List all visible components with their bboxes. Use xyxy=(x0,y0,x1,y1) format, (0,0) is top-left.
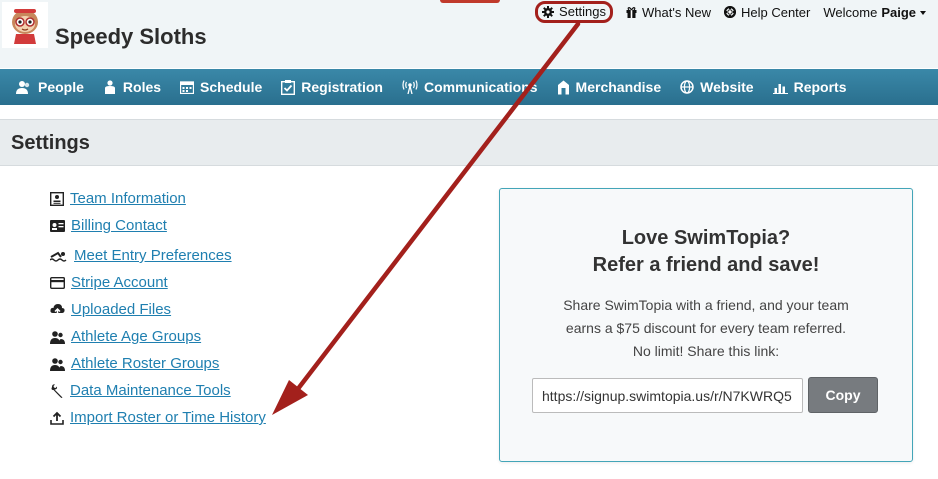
nav-reports[interactable]: Reports xyxy=(772,79,847,95)
whats-new-label: What's New xyxy=(642,4,711,20)
referral-body-line2: earns a $75 discount for every team refe… xyxy=(565,320,847,336)
whats-new-link[interactable]: What's New xyxy=(626,5,711,20)
settings-link-athlete-roster-groups[interactable]: Athlete Roster Groups xyxy=(50,355,219,372)
cloud-upload-icon xyxy=(50,304,65,316)
calendar-icon xyxy=(180,81,195,94)
wrench-icon xyxy=(51,383,63,398)
link-label[interactable]: Billing Contact xyxy=(71,217,167,234)
settings-link-data-maintenance-tools[interactable]: Data Maintenance Tools xyxy=(50,382,231,399)
settings-link-team-information[interactable]: Team Information xyxy=(50,190,186,207)
settings-link-stripe-account[interactable]: Stripe Account xyxy=(50,274,168,291)
page-title: Settings xyxy=(11,132,90,154)
nav-reports-label: Reports xyxy=(793,79,847,95)
swimmer-icon xyxy=(50,251,67,262)
settings-panel-header: Settings xyxy=(0,119,938,166)
nav-registration-label: Registration xyxy=(301,79,383,95)
nav-registration[interactable]: Registration xyxy=(281,79,383,95)
settings-link-billing-contact[interactable]: Billing Contact xyxy=(50,217,167,234)
nav-communications-label: Communications xyxy=(423,79,538,95)
nav-website-label: Website xyxy=(700,79,754,95)
welcome-text: Welcome xyxy=(823,4,878,20)
settings-link-import-roster[interactable]: Import Roster or Time History xyxy=(50,409,266,426)
referral-title-line1: Love SwimTopia? xyxy=(621,227,791,249)
user-name: Paige xyxy=(881,4,916,20)
broadcast-icon xyxy=(402,80,418,94)
bar-chart-icon xyxy=(772,83,788,94)
user-menu[interactable]: Welcome Paige xyxy=(823,5,926,20)
gear-icon xyxy=(542,5,555,18)
nav-people-label: People xyxy=(38,79,84,95)
nav-people[interactable]: People xyxy=(16,79,84,95)
link-label[interactable]: Team Information xyxy=(70,190,186,207)
caret-down-icon xyxy=(920,10,926,15)
help-center-link[interactable]: Help Center xyxy=(723,4,811,20)
link-label[interactable]: Meet Entry Preferences xyxy=(74,247,232,264)
gift-icon xyxy=(626,7,637,18)
nav-communications[interactable]: Communications xyxy=(402,79,538,95)
settings-link[interactable]: Settings xyxy=(535,0,614,23)
team-logo[interactable] xyxy=(2,2,48,48)
referral-title: Love SwimTopia? Refer a friend and save! xyxy=(500,225,912,279)
referral-body-line1: Share SwimTopia with a friend, and your … xyxy=(563,297,849,313)
help-center-label: Help Center xyxy=(740,4,811,20)
link-label[interactable]: Stripe Account xyxy=(71,274,168,291)
referral-card: Love SwimTopia? Refer a friend and save!… xyxy=(499,188,913,462)
referral-description: Share SwimTopia with a friend, and your … xyxy=(500,294,912,363)
nav-merchandise-label: Merchandise xyxy=(575,79,662,95)
nav-schedule-label: Schedule xyxy=(200,79,263,95)
link-label[interactable]: Athlete Age Groups xyxy=(71,328,201,345)
link-label[interactable]: Import Roster or Time History xyxy=(70,409,266,426)
nav-roles[interactable]: Roles xyxy=(103,79,161,95)
settings-link-athlete-age-groups[interactable]: Athlete Age Groups xyxy=(50,328,201,345)
users-icon xyxy=(50,330,65,344)
id-card-icon xyxy=(50,191,64,206)
link-label[interactable]: Uploaded Files xyxy=(71,301,171,318)
main-nav-bar: People Roles Schedule Registration Commu… xyxy=(0,69,938,105)
referral-body-line3: No limit! Share this link: xyxy=(632,343,780,359)
people-icon xyxy=(16,81,30,94)
life-ring-icon xyxy=(723,6,736,18)
app-header: Speedy Sloths Settings What's New Help C… xyxy=(0,0,938,68)
credit-card-icon xyxy=(50,276,65,289)
nav-merchandise[interactable]: Merchandise xyxy=(557,79,662,95)
store-icon xyxy=(557,80,569,94)
link-label[interactable]: Data Maintenance Tools xyxy=(70,382,231,399)
nav-schedule[interactable]: Schedule xyxy=(180,79,262,95)
settings-link-uploaded-files[interactable]: Uploaded Files xyxy=(50,301,171,318)
link-label[interactable]: Athlete Roster Groups xyxy=(71,355,219,372)
clipboard-check-icon xyxy=(281,79,296,95)
team-name: Speedy Sloths xyxy=(55,24,207,49)
contact-card-icon xyxy=(50,219,65,232)
settings-link-meet-entry-preferences[interactable]: Meet Entry Preferences xyxy=(50,247,232,264)
globe-icon xyxy=(680,80,694,94)
copy-button[interactable]: Copy xyxy=(808,377,878,413)
nav-roles-label: Roles xyxy=(122,79,162,95)
settings-label: Settings xyxy=(559,4,607,19)
header-accent-tab xyxy=(440,0,500,3)
referral-link-field[interactable] xyxy=(532,378,803,413)
users-icon xyxy=(50,357,65,371)
upload-icon xyxy=(50,411,64,425)
top-utility-nav: Settings What's New Help Center Welcome … xyxy=(522,0,926,23)
nav-website[interactable]: Website xyxy=(680,79,754,95)
roles-icon xyxy=(104,80,115,94)
referral-title-line2: Refer a friend and save! xyxy=(592,254,820,276)
